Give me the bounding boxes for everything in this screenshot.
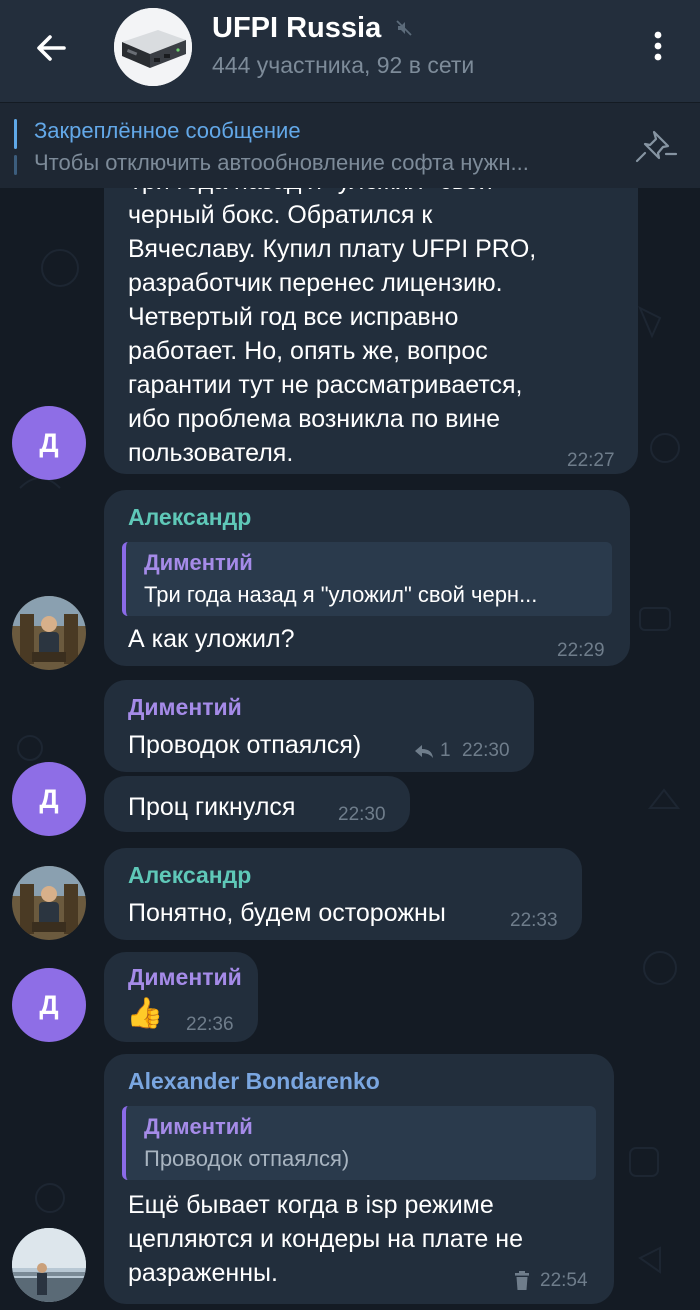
message-text: Понятно, будем осторожны [128, 899, 446, 927]
pinned-indicator [14, 119, 17, 175]
message-line: пользователя. [128, 439, 294, 467]
more-menu-icon[interactable] [640, 24, 676, 68]
pinned-title: Закреплённое сообщение [34, 118, 301, 143]
message-text: А как уложил? [128, 625, 295, 653]
message-text: Проц гикнулся [128, 793, 296, 821]
message-time: 22:27 [567, 450, 615, 471]
chat-member-count: 444 участника, 92 в сети [212, 52, 475, 78]
message-time: 22:30 [338, 804, 386, 825]
message-line: гарантии тут не рассматривается, [128, 371, 523, 399]
sender-name[interactable]: Диментий [128, 694, 242, 721]
sender-name[interactable]: Диментий [128, 964, 242, 991]
message-line: черный бокс. Обратился к [128, 201, 433, 229]
message-line: цепляются и кондеры на плате не [128, 1225, 523, 1253]
message-time: 22:36 [186, 1014, 234, 1035]
mute-icon [394, 18, 414, 38]
message-line: работает. Но, опять же, вопрос [128, 337, 488, 365]
avatar[interactable]: Д [12, 968, 86, 1042]
reply-preview[interactable]: Диментий Проводок отпаялся) [122, 1106, 596, 1180]
message-line: Вячеславу. Купил плату UFPI PRO, [128, 235, 537, 263]
avatar[interactable]: Д [12, 762, 86, 836]
message-line: Четвертый год все исправно [128, 303, 459, 331]
chat-title[interactable]: UFPI Russia [212, 12, 381, 45]
group-avatar[interactable] [114, 8, 192, 86]
reply-text: Три года назад я "уложил" свой черн... [144, 582, 538, 607]
sender-name[interactable]: Александр [128, 504, 251, 531]
chat-header: UFPI Russia 444 участника, 92 в сети [0, 0, 700, 102]
reply-arrow-icon[interactable] [412, 742, 436, 760]
message-line: разработчик перенес лицензию. [128, 269, 503, 297]
sender-name[interactable]: Александр [128, 862, 251, 889]
message-text: Три года назад я "уложил" свой черный бо… [128, 188, 628, 470]
chat-messages[interactable]: Три года назад я "уложил" свой черный бо… [0, 188, 700, 1310]
avatar[interactable]: Д [12, 406, 86, 480]
reply-preview[interactable]: Диментий Три года назад я "уложил" свой … [122, 542, 612, 616]
reply-author: Диментий [144, 1114, 253, 1139]
message-time: 22:54 [540, 1270, 588, 1291]
message-time: 22:29 [557, 640, 605, 661]
replies-count[interactable]: 1 [440, 740, 451, 762]
message-line: Три года назад я "уложил" свой [128, 188, 628, 198]
avatar[interactable] [12, 866, 86, 940]
delete-icon[interactable] [512, 1270, 532, 1292]
pinned-text: Чтобы отключить автообновление софта нуж… [34, 150, 529, 175]
reply-author: Диментий [144, 550, 253, 575]
reply-text: Проводок отпаялся) [144, 1146, 350, 1171]
thumbs-up-emoji: 👍 [126, 997, 164, 1030]
avatar[interactable] [12, 1228, 86, 1302]
message-text: Проводок отпаялся) [128, 731, 362, 759]
back-arrow-icon[interactable] [26, 22, 78, 74]
avatar[interactable] [12, 596, 86, 670]
sender-name[interactable]: Alexander Bondarenko [128, 1068, 380, 1095]
message-time: 22:30 [462, 740, 510, 761]
message-line: ибо проблема возникла по вине [128, 405, 501, 433]
message-line: Ещё бывает когда в isp режиме [128, 1191, 494, 1219]
unpin-icon[interactable] [632, 126, 680, 166]
message-time: 22:33 [510, 910, 558, 931]
